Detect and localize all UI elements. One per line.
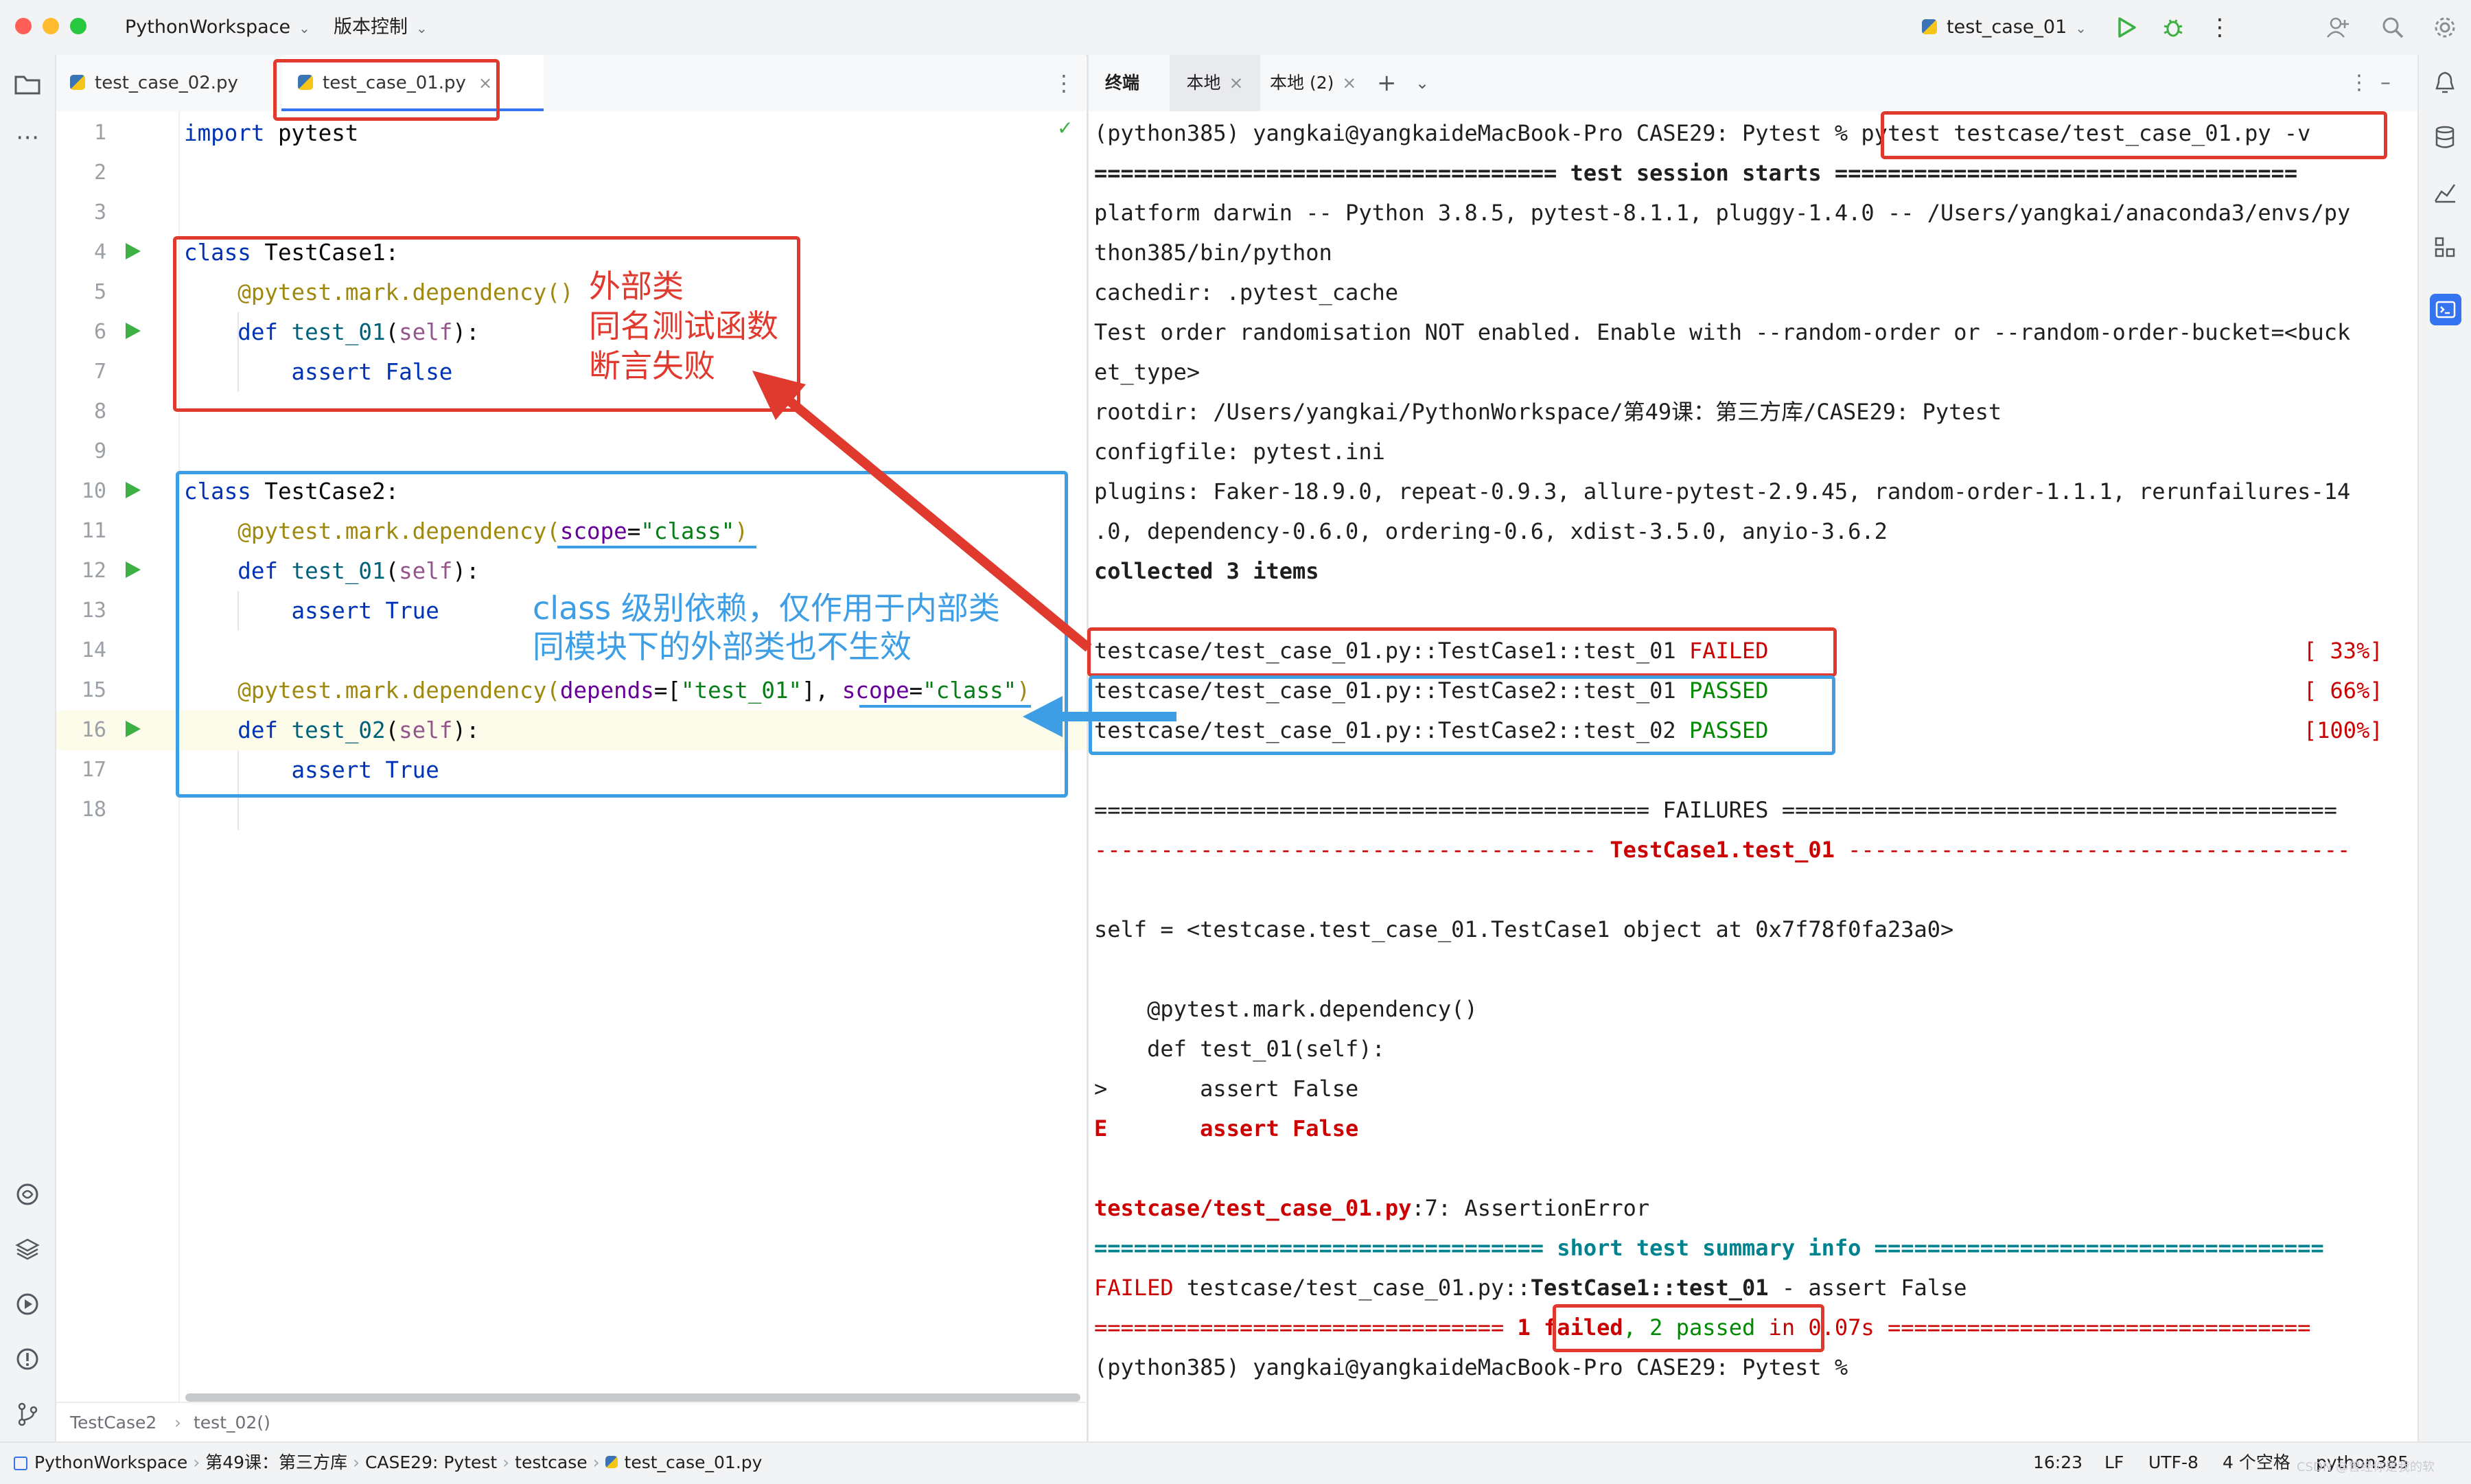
annotation-arrows bbox=[752, 371, 1176, 737]
arrow-head bbox=[1023, 696, 1063, 737]
arrow-failed-to-outer-class bbox=[778, 390, 1092, 652]
